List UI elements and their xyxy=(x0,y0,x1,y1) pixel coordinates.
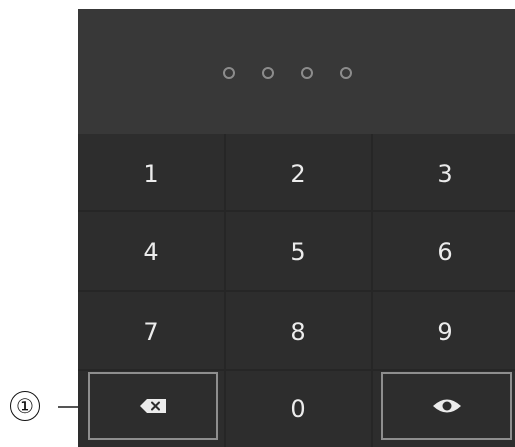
eye-icon xyxy=(432,397,462,415)
key-label: 5 xyxy=(290,238,306,266)
callout-marker: ① xyxy=(10,391,40,421)
key-label: 9 xyxy=(437,318,453,346)
key-6[interactable]: 6 xyxy=(372,212,515,292)
key-label: 6 xyxy=(437,238,453,266)
key-label: 1 xyxy=(143,160,159,188)
reveal-pin-button[interactable] xyxy=(381,372,512,440)
pin-dot xyxy=(223,67,235,79)
key-label: 3 xyxy=(437,160,453,188)
key-1[interactable]: 1 xyxy=(78,134,224,214)
key-3[interactable]: 3 xyxy=(372,134,515,214)
key-0[interactable]: 0 xyxy=(225,371,371,447)
key-5[interactable]: 5 xyxy=(225,212,371,292)
pin-dot xyxy=(301,67,313,79)
pin-dot xyxy=(262,67,274,79)
pin-dot xyxy=(340,67,352,79)
backspace-button[interactable] xyxy=(88,372,218,440)
key-4[interactable]: 4 xyxy=(78,212,224,292)
pin-display xyxy=(78,9,515,134)
callout-label: ① xyxy=(16,394,34,418)
key-2[interactable]: 2 xyxy=(225,134,371,214)
key-label: 7 xyxy=(143,318,159,346)
key-label: 8 xyxy=(290,318,306,346)
key-7[interactable]: 7 xyxy=(78,292,224,372)
key-8[interactable]: 8 xyxy=(225,292,371,372)
pin-pad-panel: 1 2 3 4 5 6 7 8 9 0 xyxy=(78,9,515,447)
backspace-icon xyxy=(140,399,166,413)
key-label: 4 xyxy=(143,238,159,266)
key-label: 0 xyxy=(290,395,306,423)
key-9[interactable]: 9 xyxy=(372,292,515,372)
pin-dots xyxy=(223,67,352,79)
key-label: 2 xyxy=(290,160,306,188)
